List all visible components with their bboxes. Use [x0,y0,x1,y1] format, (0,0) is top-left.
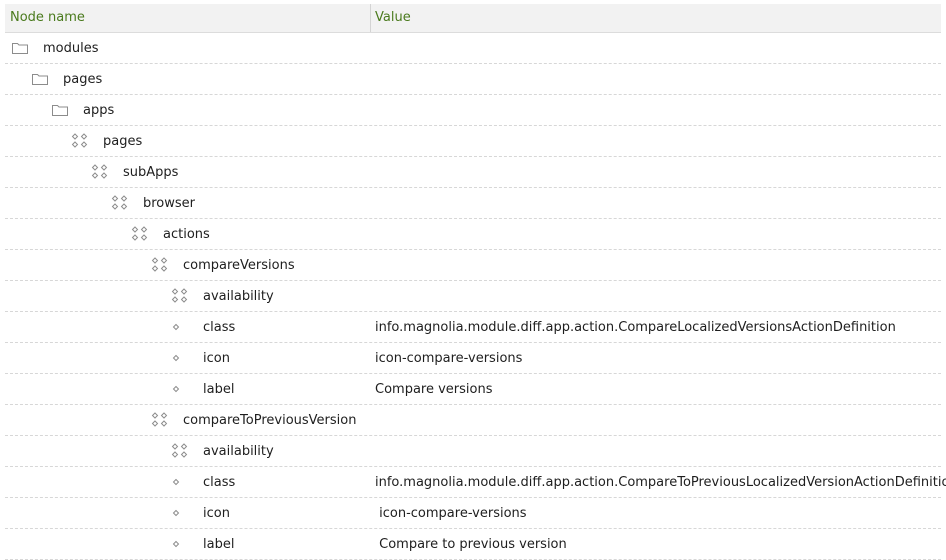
node-value: Compare to previous version [375,537,567,552]
content-node-icon [111,195,129,211]
tree-rows: modules pages apps pages subApps browser actio… [5,33,946,560]
property-icon [170,350,188,366]
tree-row[interactable]: availability [5,281,941,312]
node-name: compareToPreviousVersion [183,413,357,428]
tree-row[interactable]: class info.magnolia.module.diff.app.actio… [5,312,941,343]
tree-row[interactable]: subApps [5,157,941,188]
property-icon [170,381,188,397]
column-header-node-name[interactable]: Node name [10,10,85,25]
content-node-icon [151,412,169,428]
property-icon [170,505,188,521]
node-name: modules [43,41,99,56]
property-icon [170,319,188,335]
tree-row[interactable]: pages [5,64,941,95]
column-divider[interactable] [370,4,371,32]
tree-row[interactable]: label Compare to previous version [5,529,941,560]
node-name: icon [203,506,230,521]
content-node-icon [151,257,169,273]
node-value: icon-compare-versions [375,506,527,521]
node-name: pages [103,134,143,149]
node-name: apps [83,103,115,118]
node-value: info.magnolia.module.diff.app.action.Com… [375,320,896,335]
tree-row[interactable]: availability [5,436,941,467]
tree-row[interactable]: class info.magnolia.module.diff.app.actio… [5,467,946,498]
node-value: Compare versions [375,382,493,397]
node-name: availability [203,289,274,304]
tree-row[interactable]: label Compare versions [5,374,941,405]
tree-row[interactable]: icon icon-compare-versions [5,343,941,374]
tree-row[interactable]: compareToPreviousVersion [5,405,941,436]
column-header-value[interactable]: Value [375,10,411,25]
tree-row[interactable]: browser [5,188,941,219]
property-icon [170,536,188,552]
table-header: Node name Value [5,4,941,33]
folder-icon [31,71,49,87]
content-node-icon [91,164,109,180]
node-value: icon-compare-versions [375,351,523,366]
tree-row[interactable]: modules [5,33,941,64]
tree-row[interactable]: icon icon-compare-versions [5,498,941,529]
node-name: label [203,382,235,397]
node-name: class [203,320,236,335]
content-node-icon [71,133,89,149]
content-node-icon [171,288,189,304]
property-icon [170,474,188,490]
node-name: class [203,475,236,490]
node-name: availability [203,444,274,459]
config-tree-table: Node name Value modules pages apps pages sub… [5,4,946,560]
tree-row[interactable]: actions [5,219,941,250]
node-name: subApps [123,165,179,180]
node-value: info.magnolia.module.diff.app.action.Com… [375,475,946,490]
node-name: pages [63,72,103,87]
tree-row[interactable]: pages [5,126,941,157]
node-name: compareVersions [183,258,295,273]
folder-icon [11,40,29,56]
node-name: actions [163,227,210,242]
folder-icon [51,102,69,118]
content-node-icon [131,226,149,242]
tree-row[interactable]: apps [5,95,941,126]
content-node-icon [171,443,189,459]
node-name: browser [143,196,196,211]
node-name: icon [203,351,230,366]
node-name: label [203,537,235,552]
tree-row[interactable]: compareVersions [5,250,941,281]
